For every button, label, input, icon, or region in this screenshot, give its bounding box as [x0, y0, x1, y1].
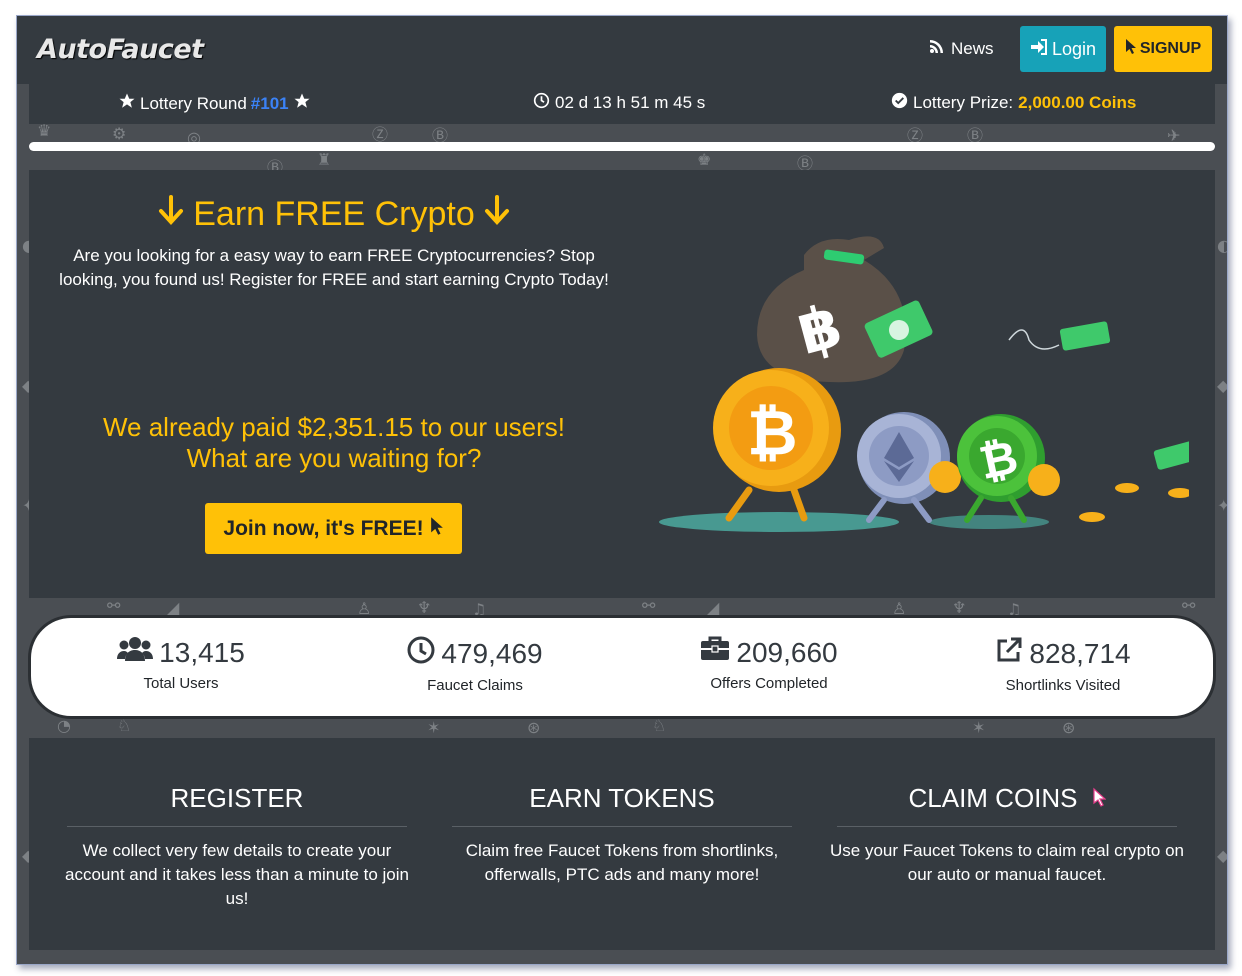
step-title-text: CLAIM COINS [908, 783, 1078, 813]
star-icon [293, 92, 311, 115]
join-now-button[interactable]: Join now, it's FREE! [205, 503, 462, 554]
stats-panel: 13,415 Total Users 479,469 Faucet Claims… [31, 618, 1213, 716]
hero-paid-text: We already paid $2,351.15 to our users! … [29, 412, 639, 474]
arrow-down-icon [484, 195, 510, 233]
external-link-icon [995, 636, 1023, 671]
how-it-works-section: REGISTER We collect very few details to … [29, 738, 1215, 950]
check-circle-icon [891, 92, 908, 114]
lottery-round-number: #101 [250, 93, 289, 113]
lottery-countdown: 02 d 13 h 51 m 45 s [533, 92, 705, 114]
sign-in-icon [1030, 38, 1048, 60]
step-description: We collect very few details to create yo… [65, 841, 409, 908]
lottery-round: Lottery Round #101 [118, 92, 311, 115]
lottery-prize-label: Lottery Prize: [913, 93, 1014, 112]
join-now-label: Join now, it's FREE! [223, 516, 424, 540]
stat-value: 479,469 [441, 637, 543, 669]
step-title: EARN TOKENS [529, 783, 715, 813]
paid-line-1: We already paid $2,351.15 to our users! [102, 412, 566, 442]
briefcase-icon [700, 636, 730, 669]
users-icon [117, 636, 154, 669]
stat-label: Total Users [143, 675, 219, 692]
login-label: Login [1051, 38, 1097, 59]
arrow-down-icon [158, 195, 193, 233]
cursor-pointer-icon [430, 516, 444, 542]
svg-text:₿: ₿ [747, 396, 798, 469]
stat-shortlinks-visited: 828,714 Shortlinks Visited [933, 636, 1193, 694]
cursor-pointer-icon [1125, 38, 1137, 60]
rss-icon [929, 36, 945, 62]
stat-value: 828,714 [1029, 637, 1131, 669]
hero-section: Earn FREE Crypto Are you looking for a e… [29, 170, 1215, 598]
stat-value: 13,415 [159, 636, 245, 668]
stat-label: Faucet Claims [427, 677, 523, 694]
hero-description: Are you looking for a easy way to earn F… [59, 246, 609, 289]
hero-title-text: Earn FREE Crypto [193, 195, 475, 233]
divider [837, 826, 1177, 827]
step-description: Claim free Faucet Tokens from shortlinks… [465, 841, 779, 884]
news-label: News [951, 39, 994, 58]
star-icon [118, 92, 136, 115]
step-register: REGISTER We collect very few details to … [52, 780, 422, 911]
signup-label: SIGNUP [1139, 40, 1202, 57]
divider [452, 826, 792, 827]
stat-total-users: 13,415 Total Users [51, 636, 311, 692]
stat-offers-completed: 209,660 Offers Completed [639, 636, 899, 692]
navbar: AutoFaucet News Login SIGNUP [17, 16, 1227, 84]
lottery-bar: Lottery Round #101 02 d 13 h 51 m 45 s L… [29, 84, 1215, 124]
countdown-text: 02 d 13 h 51 m 45 s [555, 93, 706, 112]
divider [67, 826, 407, 827]
step-earn-tokens: EARN TOKENS Claim free Faucet Tokens fro… [437, 780, 807, 887]
clock-icon [407, 636, 435, 671]
step-title: CLAIM COINS [822, 780, 1192, 816]
step-claim-coins: CLAIM COINS Use your Faucet Tokens to cl… [822, 780, 1192, 887]
stat-label: Offers Completed [710, 675, 828, 692]
lottery-round-label: Lottery Round [140, 93, 247, 113]
news-link[interactable]: News [929, 36, 994, 62]
stat-value: 209,660 [736, 636, 838, 668]
hero-title: Earn FREE Crypto [29, 195, 639, 234]
crypto-coins-illustration: ฿ ₿ ₿ [659, 236, 1189, 532]
step-description: Use your Faucet Tokens to claim real cry… [830, 841, 1185, 884]
clock-icon [533, 92, 550, 114]
stat-faucet-claims: 479,469 Faucet Claims [345, 636, 605, 694]
paid-line-2: What are you waiting for? [186, 443, 482, 473]
signup-button[interactable]: SIGNUP [1114, 26, 1212, 72]
brand-logo[interactable]: AutoFaucet [37, 30, 204, 70]
browser-page: ♛⚙◎ ⒷⓏⒷ ♜♚Ⓑ ⓏⒷ✈ ◐◐◆ ◆✦✦ ⚯◢♙ ♆♫⚯ ◢♙♆ ♫⚯ ◔… [16, 15, 1228, 965]
step-title: REGISTER [170, 783, 304, 813]
lottery-progress-bar [29, 142, 1215, 151]
lottery-prize: Lottery Prize: 2,000.00 Coins [891, 92, 1136, 114]
login-button[interactable]: Login [1020, 26, 1106, 72]
mouse-cursor-icon [1092, 780, 1107, 816]
lottery-prize-amount: 2,000.00 Coins [1018, 93, 1137, 112]
stat-label: Shortlinks Visited [1005, 677, 1121, 694]
